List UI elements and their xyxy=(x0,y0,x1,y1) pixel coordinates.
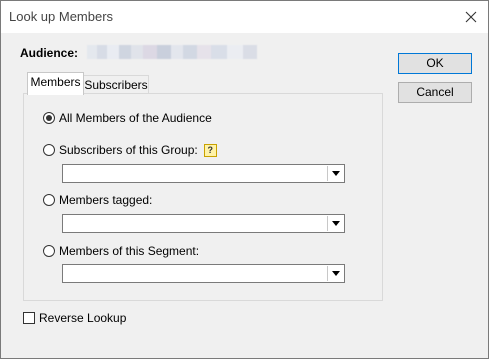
option-all-members[interactable]: All Members of the Audience xyxy=(43,111,212,125)
option-members-of-segment-label: Members of this Segment: xyxy=(59,244,200,258)
tab-subscribers[interactable]: Subscribers xyxy=(83,75,149,95)
option-all-members-label: All Members of the Audience xyxy=(59,111,212,125)
segment-dropdown[interactable] xyxy=(62,264,345,283)
reverse-lookup-checkbox[interactable] xyxy=(23,312,35,324)
title-bar: Look up Members xyxy=(1,1,488,33)
option-members-of-segment[interactable]: Members of this Segment: xyxy=(43,244,199,258)
chevron-down-icon[interactable] xyxy=(327,166,343,181)
chevron-down-icon[interactable] xyxy=(327,266,343,281)
option-subscribers-of-group-label: Subscribers of this Group: xyxy=(59,143,198,157)
close-button[interactable] xyxy=(454,1,488,33)
chevron-down-icon[interactable] xyxy=(327,216,343,231)
reverse-lookup-label: Reverse Lookup xyxy=(39,311,127,325)
group-dropdown[interactable] xyxy=(62,164,345,183)
radio-members-of-segment[interactable] xyxy=(43,245,55,257)
option-subscribers-of-group[interactable]: Subscribers of this Group: ? xyxy=(43,143,217,157)
option-members-tagged-label: Members tagged: xyxy=(59,193,153,207)
audience-label: Audience: xyxy=(20,46,79,60)
help-icon[interactable]: ? xyxy=(203,143,217,157)
radio-all-members[interactable] xyxy=(43,112,55,124)
radio-subscribers-of-group[interactable] xyxy=(43,144,55,156)
window-title: Look up Members xyxy=(9,9,114,24)
cancel-button[interactable]: Cancel xyxy=(398,82,472,103)
lookup-members-dialog: Look up Members Audience: OK Cancel Memb… xyxy=(0,0,489,359)
audience-value-redacted xyxy=(87,45,257,59)
tab-members[interactable]: Members xyxy=(27,72,84,95)
option-members-tagged[interactable]: Members tagged: xyxy=(43,193,152,207)
ok-button[interactable]: OK xyxy=(398,53,472,74)
tag-dropdown[interactable] xyxy=(62,214,345,233)
close-icon xyxy=(465,11,477,23)
radio-members-tagged[interactable] xyxy=(43,194,55,206)
reverse-lookup-option[interactable]: Reverse Lookup xyxy=(23,311,126,325)
